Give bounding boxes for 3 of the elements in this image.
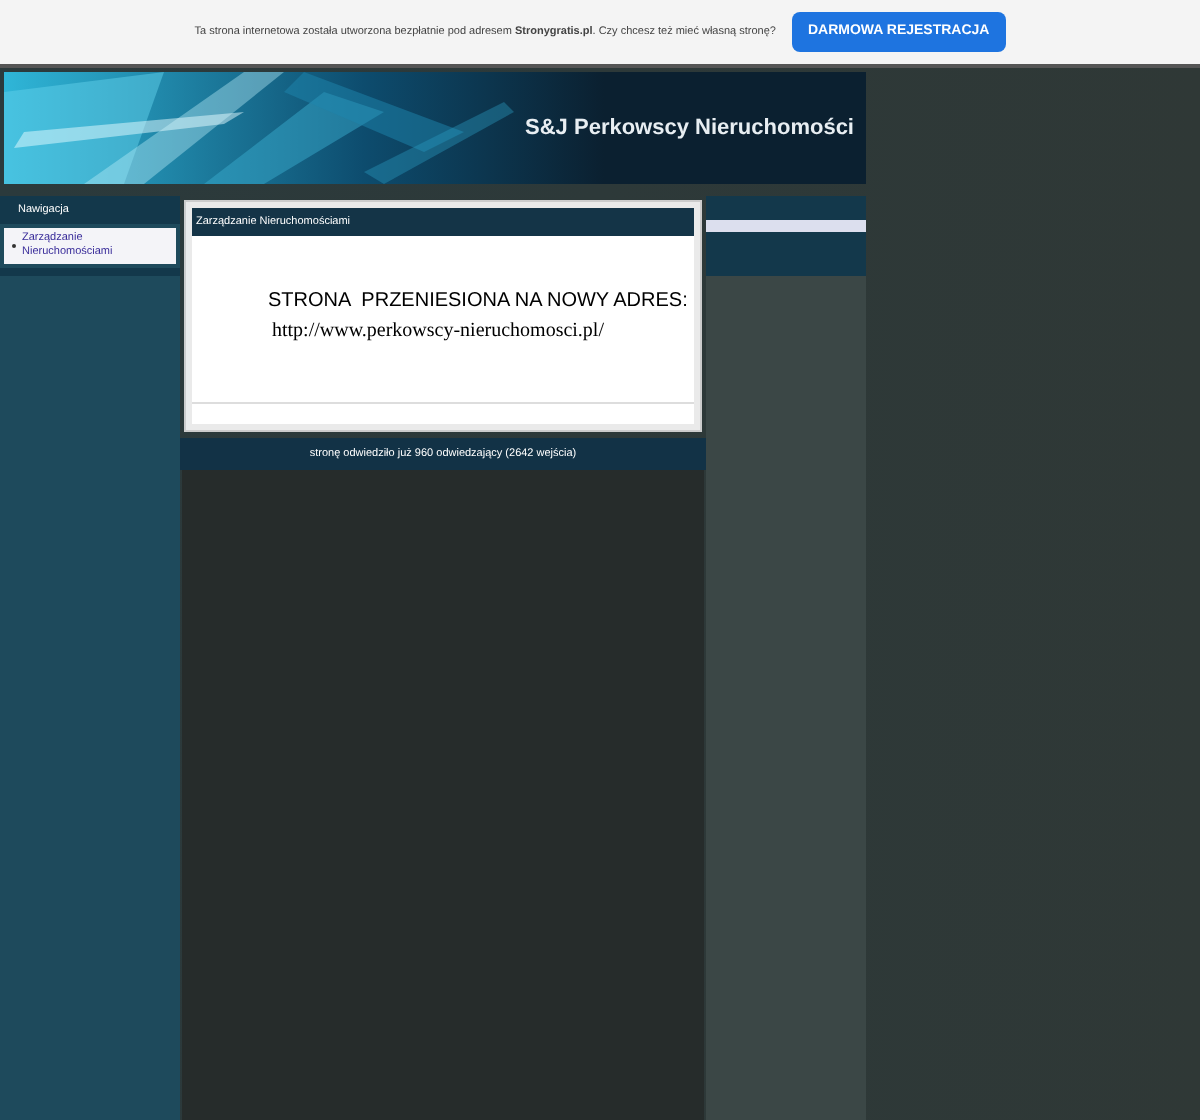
- moved-heading: STRONA PRZENIESIONA NA NOWY ADRES:: [268, 288, 690, 316]
- new-address: http://www.perkowscy-nieruchomosci.pl/: [272, 318, 606, 346]
- site-title: S&J Perkowscy Nieruchomości: [525, 113, 854, 144]
